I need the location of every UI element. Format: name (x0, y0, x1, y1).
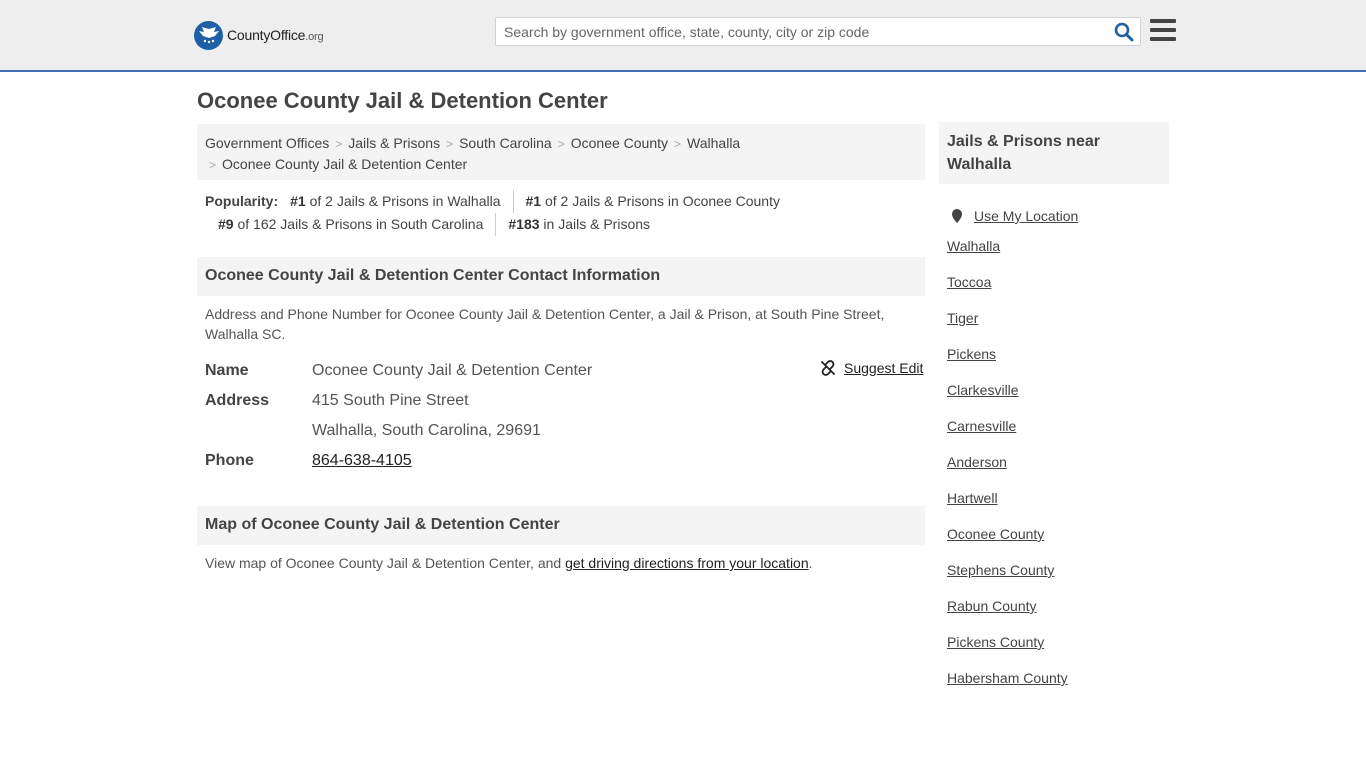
driving-directions-link[interactable]: get driving directions from your locatio… (565, 555, 809, 571)
logo-text-main: CountyOffice (227, 27, 306, 43)
hamburger-menu-button[interactable] (1150, 19, 1176, 43)
use-my-location[interactable]: Use My Location (947, 198, 1167, 234)
use-my-location-link[interactable]: Use My Location (974, 204, 1078, 228)
nearby-link-carnesville[interactable]: Carnesville (947, 418, 1016, 434)
eagle-seal-icon (194, 20, 223, 50)
hamburger-icon (1150, 19, 1176, 41)
nearby-link-habersham-county[interactable]: Habersham County (947, 670, 1068, 686)
map-description: View map of Oconee County Jail & Detenti… (205, 555, 813, 571)
breadcrumb-separator-icon: > (446, 137, 454, 151)
breadcrumb: Government Offices > Jails & Prisons > South… (197, 124, 925, 180)
logo-text-org: .org (305, 31, 324, 43)
popularity-label: Popularity: (205, 193, 279, 209)
nearby-link-oconee-county[interactable]: Oconee County (947, 526, 1044, 542)
phone-label: Phone (205, 452, 254, 469)
popularity-rank-state: #9 of 162 Jails & Prisons in South Carol… (218, 216, 484, 232)
nearby-link-stephens-county[interactable]: Stephens County (947, 562, 1054, 578)
name-value: Oconee County Jail & Detention Center (312, 362, 593, 379)
nearby-link-rabun-county[interactable]: Rabun County (947, 598, 1037, 614)
popularity-rank-county: #1 of 2 Jails & Prisons in Oconee County (512, 190, 792, 213)
nearby-link-pickens-county[interactable]: Pickens County (947, 634, 1044, 650)
breadcrumb-jails-prisons[interactable]: Jails & Prisons (348, 135, 440, 151)
site-header: CountyOffice.org (0, 0, 1366, 72)
site-logo[interactable]: CountyOffice.org (194, 20, 324, 50)
nearby-list: Use My Location Walhalla Toccoa Tiger Pi… (947, 198, 1167, 702)
nearby-link-clarkesville[interactable]: Clarkesville (947, 382, 1019, 398)
breadcrumb-walhalla[interactable]: Walhalla (687, 135, 740, 151)
search-icon (1114, 22, 1134, 42)
breadcrumb-separator-icon: > (674, 137, 682, 151)
address-line-2: Walhalla, South Carolina, 29691 (312, 422, 541, 439)
name-label: Name (205, 362, 249, 379)
breadcrumb-oconee-county[interactable]: Oconee County (571, 135, 668, 151)
nearby-link-pickens[interactable]: Pickens (947, 346, 996, 362)
map-pin-icon (952, 209, 962, 223)
breadcrumb-current: Oconee County Jail & Detention Center (222, 156, 468, 172)
breadcrumb-government-offices[interactable]: Government Offices (205, 135, 329, 151)
contact-info-heading: Oconee County Jail & Detention Center Co… (197, 257, 925, 296)
nearby-link-walhalla[interactable]: Walhalla (947, 238, 1000, 254)
sidebar-heading: Jails & Prisons near Walhalla (939, 122, 1169, 184)
breadcrumb-south-carolina[interactable]: South Carolina (459, 135, 552, 151)
address-label: Address (205, 392, 270, 409)
contact-description: Address and Phone Number for Oconee Coun… (205, 306, 885, 342)
breadcrumb-separator-icon: > (209, 158, 217, 172)
nearby-link-anderson[interactable]: Anderson (947, 454, 1007, 470)
phone-link[interactable]: 864-638-4105 (312, 452, 412, 469)
search-input[interactable] (496, 18, 1096, 45)
search-box (495, 17, 1141, 46)
popularity-rank-city: #1 of 2 Jails & Prisons in Walhalla (290, 193, 501, 209)
page-title: Oconee County Jail & Detention Center (197, 88, 608, 113)
map-heading: Map of Oconee County Jail & Detention Ce… (197, 506, 925, 545)
popularity-rank-overall: #183 in Jails & Prisons (495, 213, 662, 236)
address-line-1: 415 South Pine Street (312, 392, 469, 409)
nearby-link-toccoa[interactable]: Toccoa (947, 274, 991, 290)
search-button[interactable] (1114, 22, 1134, 42)
breadcrumb-separator-icon: > (335, 137, 343, 151)
nearby-link-hartwell[interactable]: Hartwell (947, 490, 998, 506)
breadcrumb-separator-icon: > (557, 137, 565, 151)
nearby-link-tiger[interactable]: Tiger (947, 310, 978, 326)
contact-details: Name Oconee County Jail & Detention Cent… (205, 356, 925, 476)
popularity-ranks: Popularity: #1 of 2 Jails & Prisons in W… (205, 190, 915, 236)
